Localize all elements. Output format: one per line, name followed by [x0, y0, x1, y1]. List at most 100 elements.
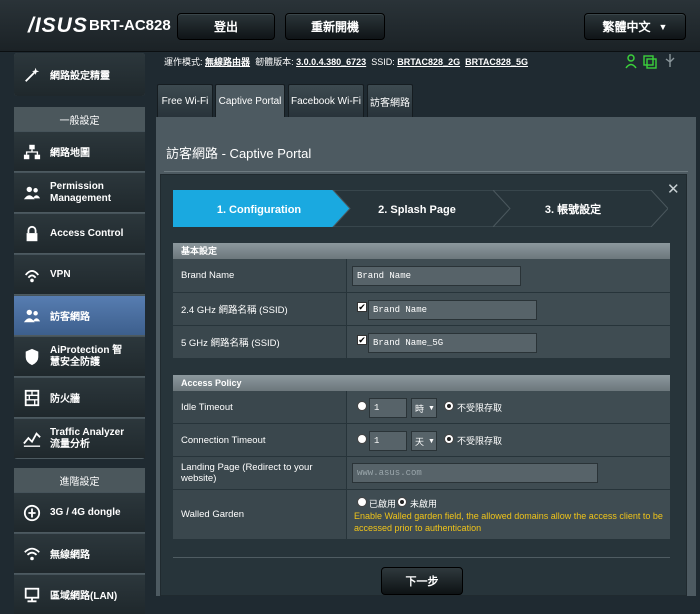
- walled-enable-radio[interactable]: [357, 497, 367, 507]
- tab-captive-portal[interactable]: Captive Portal: [215, 84, 285, 117]
- connection-timeout-label: Connection Timeout: [173, 424, 347, 456]
- lan-icon: [22, 585, 42, 605]
- usb-status-icon[interactable]: [662, 53, 678, 69]
- wizard-steps: 1. Configuration 2. Splash Page 3. 帳號設定: [173, 190, 668, 227]
- brand-name-label: Brand Name: [173, 259, 347, 292]
- tab-guest-network[interactable]: 訪客網路: [367, 84, 413, 117]
- firmware-link[interactable]: 3.0.0.4.380_6723: [296, 57, 366, 67]
- landing-page-label: Landing Page (Redirect to your website): [173, 457, 347, 489]
- step-2-label[interactable]: 2. Splash Page: [378, 204, 456, 216]
- ssid-2g-link[interactable]: BRTAC828_2G: [397, 57, 460, 67]
- sidebar-item-vpn[interactable]: VPN: [14, 254, 145, 294]
- landing-page-row: Landing Page (Redirect to your website) …: [173, 457, 670, 490]
- general-settings-block: 一般設定 網路地圖 Permission Management Access C…: [14, 107, 145, 459]
- top-bar: /ISUS BRT-AC828 登出 重新開機 繁體中文 ▼: [0, 0, 700, 52]
- ssid-24-checkbox[interactable]: ✔: [357, 302, 367, 312]
- sidebar-item-guest-network[interactable]: 訪客網路: [14, 295, 145, 335]
- sidebar-item-aiprotection[interactable]: AiProtection 智慧安全防護: [14, 336, 145, 376]
- ssid-24-input[interactable]: Brand Name: [368, 300, 537, 320]
- dongle-icon: [22, 503, 42, 523]
- logout-button[interactable]: 登出: [177, 13, 275, 40]
- sidebar-item-permission[interactable]: Permission Management: [14, 172, 145, 212]
- tab-free-wifi[interactable]: Free Wi-Fi: [157, 84, 213, 117]
- chevron-down-icon: ▼: [428, 404, 435, 412]
- sidebar-item-wizard[interactable]: 網路設定精靈: [14, 53, 145, 96]
- sidebar-item-wireless[interactable]: 無線網路: [14, 533, 145, 573]
- sidebar-item-label: 網路設定精靈: [50, 71, 110, 82]
- ssid-prefix: SSID:: [371, 57, 395, 67]
- chevron-down-icon: ▼: [658, 21, 668, 32]
- connection-unit-select[interactable]: 天 ▼: [411, 431, 437, 451]
- connection-unit-value: 天: [415, 436, 425, 447]
- sidebar-item-label: Permission Management: [50, 180, 112, 204]
- next-button[interactable]: 下一步: [381, 567, 463, 595]
- idle-unlimited-radio[interactable]: [444, 401, 454, 411]
- walled-disable-label: 未啟用: [410, 499, 438, 509]
- ssid-5-row: 5 GHz 網路名稱 (SSID) ✔ Brand Name_5G: [173, 326, 670, 359]
- footer-divider: [173, 557, 670, 558]
- vpn-icon: [22, 265, 42, 285]
- idle-unit-value: 時: [415, 403, 425, 414]
- lock-icon: [22, 224, 42, 244]
- operation-mode-link[interactable]: 無線路由器: [205, 57, 250, 67]
- sidebar-item-label: AiProtection 智慧安全防護: [50, 344, 123, 368]
- walled-disable-radio[interactable]: [397, 497, 407, 507]
- close-icon[interactable]: ✕: [667, 180, 680, 198]
- sidebar-item-traffic-analyzer[interactable]: Traffic Analyzer 流量分析: [14, 418, 145, 458]
- traffic-icon: [22, 429, 42, 449]
- tab-facebook-wifi[interactable]: Facebook Wi-Fi: [288, 84, 364, 117]
- idle-unit-select[interactable]: 時 ▼: [411, 398, 437, 418]
- ssid-5-label: 5 GHz 網路名稱 (SSID): [173, 326, 347, 358]
- basic-settings-header: 基本設定: [173, 243, 670, 259]
- walled-garden-label: Walled Garden: [173, 490, 347, 539]
- sidebar-item-access-control[interactable]: Access Control: [14, 213, 145, 253]
- brand-name-input[interactable]: Brand Name: [352, 266, 521, 286]
- idle-timeout-input[interactable]: 1: [369, 398, 407, 418]
- connection-timeout-radio[interactable]: [357, 434, 367, 444]
- page-title: 訪客網路 - Captive Portal: [166, 146, 312, 161]
- sidebar-item-label: 網路地圖: [50, 148, 90, 159]
- sidebar-item-label: 訪客網路: [50, 312, 90, 323]
- reboot-button[interactable]: 重新開機: [285, 13, 385, 40]
- connection-timeout-input[interactable]: 1: [369, 431, 407, 451]
- sidebar-item-lan[interactable]: 區域網路(LAN): [14, 574, 145, 614]
- idle-timeout-label: Idle Timeout: [173, 391, 347, 423]
- step-1-label[interactable]: 1. Configuration: [217, 204, 302, 216]
- advanced-settings-header: 進階設定: [14, 468, 145, 492]
- wifi-icon: [22, 544, 42, 564]
- sidebar-item-firewall[interactable]: 防火牆: [14, 377, 145, 417]
- ssid-5-input[interactable]: Brand Name_5G: [368, 333, 537, 353]
- idle-timeout-radio[interactable]: [357, 401, 367, 411]
- network-map-icon: [22, 142, 42, 162]
- status-icons: [624, 53, 678, 69]
- wizard-block: 網路設定精靈: [14, 53, 145, 96]
- user-status-icon[interactable]: [624, 53, 638, 69]
- sidebar-item-dongle[interactable]: 3G / 4G dongle: [14, 492, 145, 532]
- magic-wand-icon: [22, 65, 42, 85]
- landing-page-input[interactable]: www.asus.com: [352, 463, 598, 483]
- walled-garden-row: Walled Garden 已啟用 未啟用 Enable Walled gard…: [173, 490, 670, 540]
- ssid-24-row: 2.4 GHz 網路名稱 (SSID) ✔ Brand Name: [173, 293, 670, 326]
- sidebar-item-label: 區域網路(LAN): [50, 591, 118, 602]
- network-status-icon[interactable]: [642, 53, 658, 69]
- asus-logo: /ISUS: [28, 14, 88, 37]
- status-line: 運作模式: 無線路由器 韌體版本: 3.0.0.4.380_6723 SSID:…: [164, 55, 528, 68]
- idle-timeout-row: Idle Timeout 1 時 ▼ 不受限存取: [173, 391, 670, 424]
- brand-name-row: Brand Name Brand Name: [173, 259, 670, 293]
- guest-network-icon: [22, 306, 42, 326]
- sidebar-item-label: 3G / 4G dongle: [50, 507, 121, 518]
- step-3-label[interactable]: 3. 帳號設定: [545, 202, 601, 216]
- sidebar-item-label: Access Control: [50, 228, 124, 239]
- walled-garden-note: Enable Walled garden field, the allowed …: [354, 511, 663, 533]
- sidebar-item-label: 防火牆: [50, 394, 80, 405]
- ssid-5-checkbox[interactable]: ✔: [357, 335, 367, 345]
- shield-icon: [22, 347, 42, 367]
- advanced-settings-block: 進階設定 3G / 4G dongle 無線網路 區域網路(LAN): [14, 468, 145, 614]
- ssid-5g-link[interactable]: BRTAC828_5G: [465, 57, 528, 67]
- connection-unlimited-radio[interactable]: [444, 434, 454, 444]
- users-icon: [22, 183, 42, 203]
- language-select[interactable]: 繁體中文 ▼: [584, 13, 686, 40]
- sidebar-item-network-map[interactable]: 網路地圖: [14, 131, 145, 171]
- general-settings-header: 一般設定: [14, 107, 145, 131]
- firmware-prefix: 韌體版本:: [255, 57, 294, 67]
